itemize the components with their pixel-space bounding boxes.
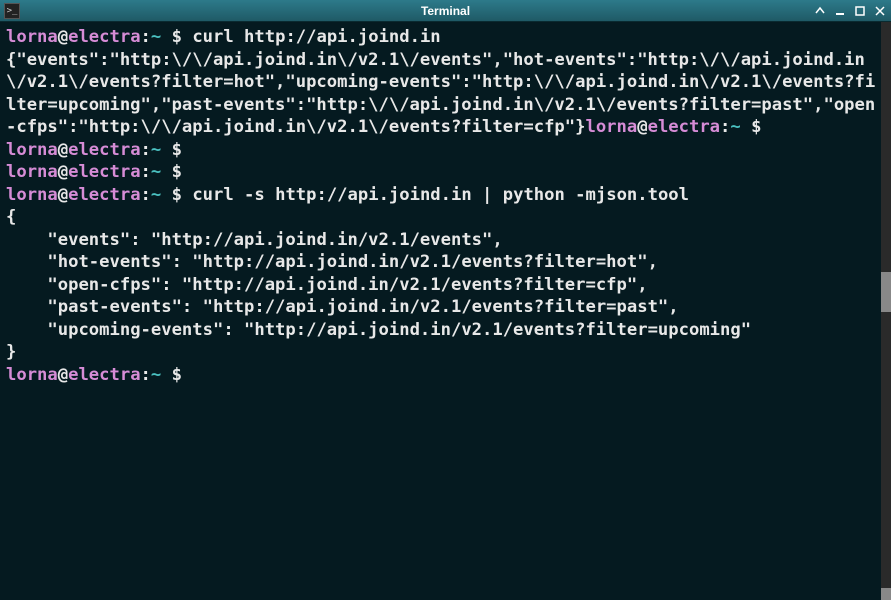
terminal-line: lorna@electra:~ $ curl http://api.joind.… xyxy=(6,26,885,49)
terminal-line: "upcoming-events": "http://api.joind.in/… xyxy=(6,319,885,342)
terminal-body[interactable]: lorna@electra:~ $ curl http://api.joind.… xyxy=(0,22,891,600)
terminal-line: } xyxy=(6,341,885,364)
terminal-content: lorna@electra:~ $ curl http://api.joind.… xyxy=(6,26,885,386)
terminal-line: "open-cfps": "http://api.joind.in/v2.1/e… xyxy=(6,274,885,297)
terminal-line: "hot-events": "http://api.joind.in/v2.1/… xyxy=(6,251,885,274)
window-titlebar: >_ Terminal xyxy=(0,0,891,22)
scrollbar[interactable] xyxy=(881,22,891,600)
maximize-icon[interactable] xyxy=(853,4,867,18)
close-icon[interactable] xyxy=(873,4,887,18)
scrollbar-thumb-bottom[interactable] xyxy=(881,588,891,600)
terminal-line: lorna@electra:~ $ xyxy=(6,161,885,184)
app-icon: >_ xyxy=(4,3,20,19)
terminal-line: "events": "http://api.joind.in/v2.1/even… xyxy=(6,229,885,252)
rollup-icon[interactable] xyxy=(813,4,827,18)
window-controls xyxy=(813,4,887,18)
terminal-line: {"events":"http:\/\/api.joind.in\/v2.1\/… xyxy=(6,49,885,139)
terminal-line: lorna@electra:~ $ xyxy=(6,364,885,387)
terminal-line: "past-events": "http://api.joind.in/v2.1… xyxy=(6,296,885,319)
minimize-icon[interactable] xyxy=(833,4,847,18)
window-title: Terminal xyxy=(421,4,470,18)
terminal-line: { xyxy=(6,206,885,229)
terminal-line: lorna@electra:~ $ xyxy=(6,139,885,162)
scrollbar-thumb[interactable] xyxy=(881,272,891,312)
terminal-line: lorna@electra:~ $ curl -s http://api.joi… xyxy=(6,184,885,207)
